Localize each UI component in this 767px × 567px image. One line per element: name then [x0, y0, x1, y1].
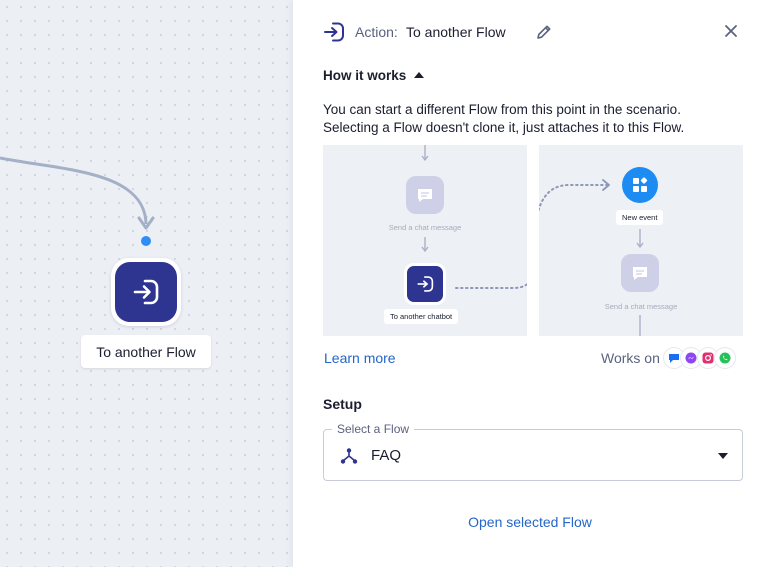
flow-node[interactable]	[111, 258, 181, 326]
select-value: FAQ	[371, 447, 402, 464]
illustration-target-flow: New event Send a chat message	[539, 145, 743, 336]
chat-message-icon	[406, 176, 444, 214]
select-label: Select a Flow	[332, 422, 415, 436]
to-another-chatbot-icon	[404, 263, 446, 305]
to-another-flow-icon	[115, 262, 177, 322]
open-selected-flow-label[interactable]: Open selected Flow	[468, 514, 592, 530]
new-event-icon	[622, 167, 658, 203]
illustration-current-flow: Send a chat message To another chatbot	[323, 145, 527, 336]
action-side-panel: Action: To another Flow How it works You…	[293, 0, 767, 567]
node-input-connector[interactable]	[141, 236, 151, 246]
close-icon[interactable]	[723, 23, 739, 44]
illustration-send-label: Send a chat message	[604, 302, 678, 311]
how-it-works-label: How it works	[323, 68, 407, 83]
description-line: You can start a different Flow from this…	[323, 102, 681, 117]
flow-canvas[interactable]: To another Flow	[0, 0, 293, 567]
action-prefix: Action:	[355, 24, 398, 40]
flow-icon	[340, 447, 358, 470]
node-label[interactable]: To another Flow	[81, 335, 211, 368]
illustration-arrows	[421, 145, 527, 289]
dropdown-arrow-icon	[718, 453, 728, 459]
illustration-send-label: Send a chat message	[388, 223, 462, 232]
works-on-label: Works on	[601, 350, 660, 366]
flow-select[interactable]: Select a Flow FAQ	[323, 422, 743, 481]
pencil-icon[interactable]	[535, 23, 553, 46]
illustration-node-label: To another chatbot	[384, 309, 459, 324]
panel-header: Action: To another Flow	[323, 20, 747, 44]
channel-icons	[664, 348, 735, 368]
open-selected-flow-link[interactable]: Open selected Flow	[293, 514, 767, 530]
to-another-flow-icon	[323, 21, 345, 48]
description-line: Selecting a Flow doesn't clone it, just …	[323, 120, 685, 135]
chat-message-icon	[621, 254, 659, 292]
illustration-event-label: New event	[616, 210, 664, 225]
learn-more-link[interactable]: Learn more	[324, 350, 396, 366]
setup-title: Setup	[323, 396, 362, 412]
action-title: To another Flow	[406, 24, 506, 40]
how-it-works-description: You can start a different Flow from this…	[323, 101, 743, 137]
caret-up-icon	[414, 72, 425, 78]
whatsapp-icon	[715, 348, 735, 368]
how-it-works-toggle[interactable]: How it works	[323, 68, 425, 83]
